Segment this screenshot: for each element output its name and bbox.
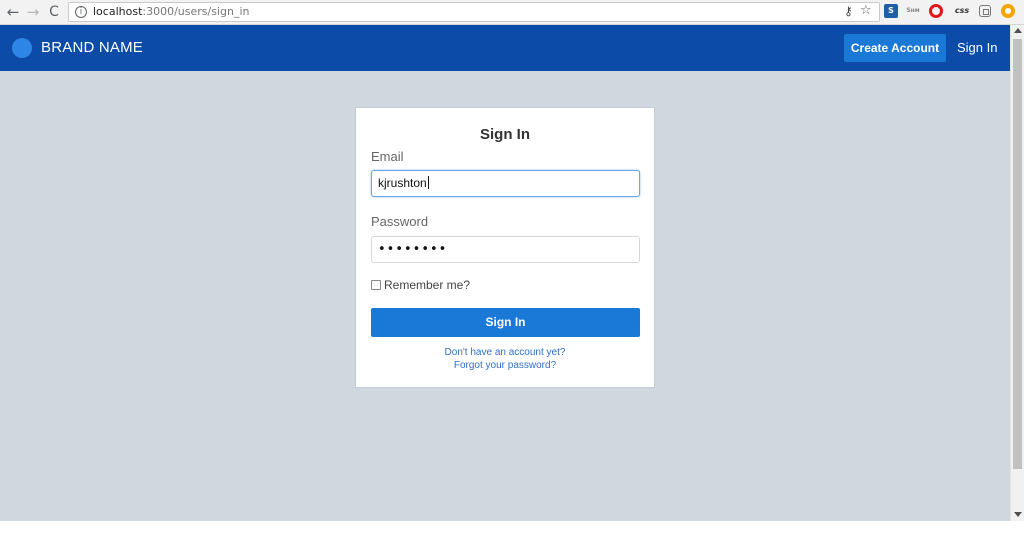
forgot-password-link[interactable]: Forgot your password? [356,360,654,372]
info-icon[interactable]: i [75,6,87,18]
opera-extension-icon[interactable] [929,4,943,18]
url-path: :3000/users/sign_in [142,5,250,18]
create-account-button[interactable]: Create Account [844,34,946,62]
remember-me-label[interactable]: Remember me? [384,278,470,292]
forward-arrow-icon[interactable]: → [24,3,42,21]
scroll-thumb[interactable] [1013,39,1022,469]
reload-icon[interactable]: C [45,3,63,21]
sign-in-card: Sign In Email kjrushton Password •••••••… [355,107,655,388]
email-label: Email [371,149,404,164]
s-extension-icon[interactable]: S [884,4,898,18]
text-caret [427,176,429,189]
address-bar[interactable]: i localhost:3000/users/sign_in [68,2,880,22]
key-icon[interactable]: ⚷ [844,4,853,18]
password-value: •••••••• [378,242,448,257]
signup-link[interactable]: Don't have an account yet? [356,347,654,359]
password-input[interactable]: •••••••• [371,236,640,263]
css-extension-icon[interactable]: css [953,4,971,18]
window-bottom-strip [0,521,1024,546]
top-navbar: BRAND NAME Create Account Sign In [0,25,1010,71]
password-label: Password [371,214,429,229]
email-input[interactable]: kjrushton [371,170,640,197]
back-arrow-icon[interactable]: ← [4,3,22,21]
scroll-down-arrow-icon[interactable] [1014,512,1022,517]
url-text[interactable]: localhost:3000/users/sign_in [93,5,250,19]
screenshot-extension-icon[interactable]: Sʜᴍ [906,4,920,18]
page-content: BRAND NAME Create Account Sign In Sign I… [0,25,1010,521]
email-value: kjrushton [378,176,427,190]
vertical-scrollbar[interactable] [1010,25,1024,521]
remember-me-checkbox[interactable] [371,280,381,290]
card-title: Sign In [480,126,530,143]
sign-in-button[interactable]: Sign In [371,308,640,337]
brand-logo-icon[interactable] [12,38,32,58]
nav-sign-in-link[interactable]: Sign In [957,40,997,56]
browser-toolbar: ← → C i localhost:3000/users/sign_in ⚷ ☆… [0,0,1024,25]
scroll-up-arrow-icon[interactable] [1014,28,1022,33]
brand-name[interactable]: BRAND NAME [41,38,143,58]
window-extension-icon[interactable] [979,5,991,17]
orange-extension-icon[interactable] [1001,4,1015,18]
url-host: localhost [93,5,143,18]
bookmark-star-icon[interactable]: ☆ [860,3,872,19]
